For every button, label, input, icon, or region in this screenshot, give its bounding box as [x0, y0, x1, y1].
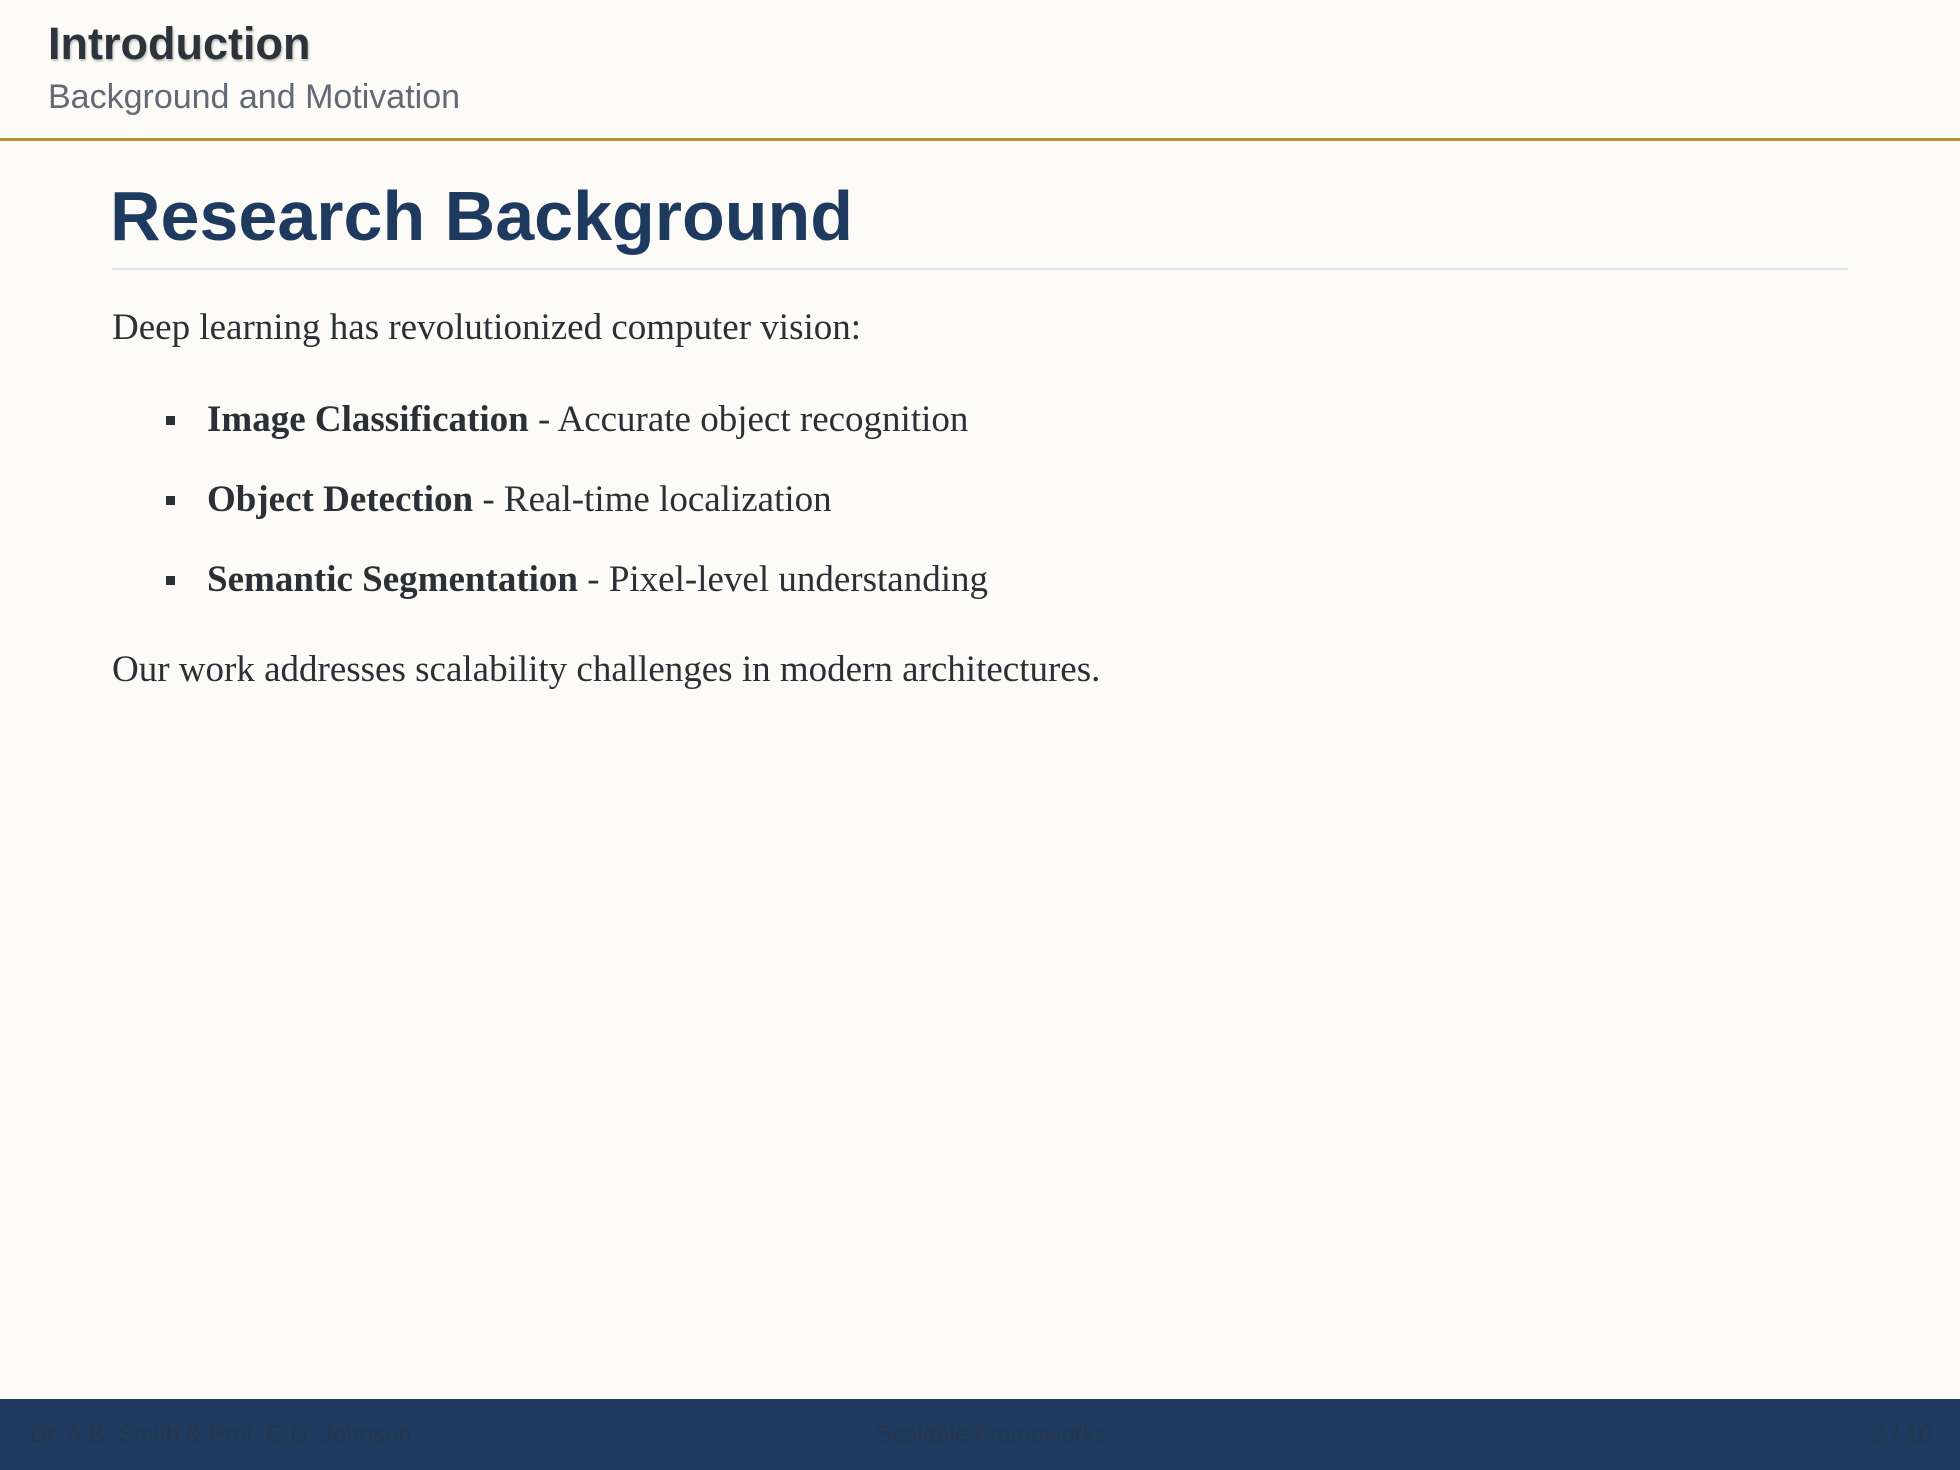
- bullet-description: - Accurate object recognition: [528, 399, 969, 440]
- slide-header: Introduction Background and Motivation: [0, 0, 1960, 141]
- bullet-description: - Real-time localization: [473, 479, 832, 520]
- slide-footer: Dr. A.B. Smith & Prof. C.D. Johnson Scal…: [0, 1399, 1960, 1470]
- bullet-term: Image Classification: [207, 399, 529, 440]
- footer-authors: Dr. A.B. Smith & Prof. C.D. Johnson: [30, 1421, 412, 1448]
- title-divider: [112, 268, 1848, 270]
- frame-title: Research Background: [110, 177, 854, 255]
- square-bullet-icon: [166, 576, 175, 585]
- bullet-item: Image Classification - Accurate object r…: [166, 396, 988, 476]
- bullet-term: Object Detection: [207, 479, 474, 520]
- section-subtitle: Background and Motivation: [48, 78, 461, 116]
- section-title: Introduction: [48, 18, 311, 69]
- footer-page-number: 2 / 10: [1871, 1421, 1932, 1448]
- bullet-list: Image Classification - Accurate object r…: [166, 396, 988, 636]
- square-bullet-icon: [166, 416, 175, 425]
- square-bullet-icon: [166, 496, 175, 505]
- bullet-description: - Pixel-level understanding: [578, 559, 988, 600]
- slide: Introduction Background and Motivation R…: [0, 0, 1960, 1470]
- intro-paragraph: Deep learning has revolutionized compute…: [112, 307, 862, 348]
- footer-short-title: Scalable Frameworks: [876, 1421, 1107, 1448]
- bullet-item: Object Detection - Real-time localizatio…: [166, 476, 988, 556]
- bullet-term: Semantic Segmentation: [207, 559, 578, 600]
- conclusion-paragraph: Our work addresses scalability challenge…: [112, 649, 1101, 690]
- bullet-item: Semantic Segmentation - Pixel-level unde…: [166, 556, 988, 636]
